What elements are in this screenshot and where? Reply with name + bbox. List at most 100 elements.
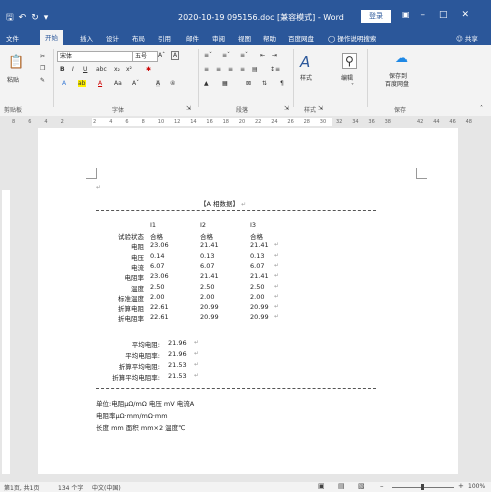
ruler-tick-label: 2 [93,119,97,125]
minimize-icon[interactable]: – [420,10,439,20]
document-page[interactable]: ↵ 【A 相数据】 ↵ I1 I2 I3 试验状态 合格 合格 合格 电阻 23.06 21… [38,128,458,474]
tab-insert[interactable]: 插入 [80,33,93,43]
redo-icon[interactable]: ↻ [31,13,44,23]
multilevel-list-icon[interactable]: ≡ˇ [240,52,248,59]
tab-help[interactable]: 帮助 [263,33,276,43]
line-spacing-icon[interactable]: ↕≡ [270,66,280,73]
collapse-ribbon-icon[interactable]: ˄ [480,105,483,112]
align-right-icon[interactable]: ≡ [228,66,233,73]
text-effects-icon[interactable]: A [62,80,66,87]
bold-button[interactable]: B [60,66,65,73]
ruler-tick-label: 24 [271,119,278,125]
read-mode-icon[interactable]: ▣ [318,482,325,490]
editing-button[interactable]: 编辑 [341,73,353,82]
search-icon[interactable]: ⚲ [342,53,357,69]
show-marks-icon[interactable]: ¶ [280,80,284,87]
italic-button[interactable]: I [72,66,74,73]
char-shading-icon[interactable]: A [156,80,161,87]
web-layout-icon[interactable]: ▧ [358,482,365,490]
format-painter-icon[interactable]: ✎ [40,77,45,84]
paragraph-mark: ↵ [96,184,102,191]
tab-view[interactable]: 视图 [238,33,251,43]
clear-format-icon[interactable]: ✱ [146,66,151,73]
shading-icon[interactable]: ▲ [204,80,209,87]
close-icon[interactable]: ✕ [461,10,483,20]
chevron-down-icon: ˅ [351,83,354,90]
ruler-tick-label: 14 [190,119,197,125]
underline-button[interactable]: U [83,66,87,73]
align-left-icon[interactable]: ≡ [204,66,209,73]
decrease-indent-icon[interactable]: ⇤ [260,52,265,59]
zoom-slider-thumb[interactable] [421,484,424,490]
font-dialog-launcher-icon[interactable]: ⇲ [186,105,191,112]
shrink-font-icon[interactable]: Aˇ [132,80,139,87]
maximize-icon[interactable]: □ [439,10,462,20]
tab-review[interactable]: 审阅 [212,33,225,43]
cloud-icon[interactable]: ☁ [395,51,408,66]
superscript-icon[interactable]: x² [126,66,132,73]
tab-design[interactable]: 设计 [106,33,119,43]
word-count[interactable]: 134 个字 [58,483,83,492]
horizontal-scrollbar[interactable] [0,474,491,482]
cut-icon[interactable]: ✂ [40,53,45,60]
sort-icon[interactable]: ⇅ [262,80,267,87]
tab-layout[interactable]: 布局 [132,33,145,43]
tab-baidu-netdisk[interactable]: 百度网盘 [288,33,314,43]
styles-dialog-launcher-icon[interactable]: ⇲ [318,105,323,112]
highlight-icon[interactable]: ab [78,80,86,87]
enclose-char-icon[interactable]: ④ [170,80,175,87]
paragraph-mark: ↵ [194,350,200,357]
zoom-in-icon[interactable]: + [458,482,464,490]
col-header-i1: I1 [150,221,157,229]
distributed-icon[interactable]: ▤ [252,66,258,73]
strikethrough-icon[interactable]: abc [96,66,107,73]
tab-file[interactable]: 文件 [6,33,19,43]
font-color-icon[interactable]: A [98,80,102,87]
align-center-icon[interactable]: ≡ [216,66,221,73]
grow-font-icon[interactable]: Aˆ [158,52,165,59]
save-icon[interactable]: 🖫 [6,13,19,23]
tab-home[interactable]: 开始 [40,30,63,45]
print-layout-icon[interactable]: ▤ [338,482,345,490]
tab-references[interactable]: 引用 [158,33,171,43]
styles-icon[interactable]: A [300,53,310,71]
page-indicator[interactable]: 第1页, 共1页 [4,483,39,492]
increase-indent-icon[interactable]: ⇥ [272,52,277,59]
share-button[interactable]: ☺ 共享 [456,33,478,43]
copy-icon[interactable]: ❐ [40,65,45,72]
tab-mailings[interactable]: 邮件 [186,33,199,43]
note-line: 电阻率μΩ·mm/mΩ·mm [96,412,168,420]
customize-icon[interactable]: ▾ [44,13,54,23]
login-button[interactable]: 登录 [361,10,391,23]
borders-icon[interactable]: ▦ [222,80,228,87]
numbering-icon[interactable]: ≡ˇ [222,52,230,59]
document-title: 【A 相数据】 ↵ [200,198,246,208]
paragraph-dialog-launcher-icon[interactable]: ⇲ [284,105,289,112]
bullets-icon[interactable]: ≡ˇ [204,52,212,59]
paste-button[interactable]: 粘贴 [7,75,19,84]
paste-icon[interactable]: 📋 [8,55,24,70]
share-label: 共享 [464,35,478,43]
asian-layout-icon[interactable]: ⊠ [246,80,251,87]
font-size-combo[interactable]: 五号 [132,51,158,62]
row-label: 电阻率 [124,274,145,283]
zoom-level[interactable]: 100% [468,483,485,490]
horizontal-ruler[interactable]: 8 6 4 2 2 4 6 8 10 12 14 16 18 20 22 24 26 28 30 32 34 36 38 42… [0,116,491,128]
vertical-scrollbar[interactable] [482,128,491,474]
vertical-ruler[interactable] [0,128,12,474]
char-border-icon[interactable]: A [171,51,180,60]
margin-corner-mark [416,168,427,179]
styles-button[interactable]: 样式 [300,73,312,82]
undo-icon[interactable]: ↶ [19,13,32,23]
cell-i2: 6.07 [200,261,215,270]
change-case-icon[interactable]: Aa [114,80,122,87]
language-indicator[interactable]: 中文(中国) [92,483,121,492]
average-label: 平均电阻: [131,341,160,349]
zoom-out-icon[interactable]: – [380,482,384,490]
subscript-icon[interactable]: x₂ [114,66,120,73]
cell-i1: 合格 [150,233,163,241]
ribbon-display-icon[interactable]: ▣ [402,10,410,19]
justify-icon[interactable]: ≡ [240,66,245,73]
font-name-combo[interactable]: 宋体 [57,51,133,62]
tell-me-search[interactable]: ◯ 操作说明搜索 [328,33,376,43]
